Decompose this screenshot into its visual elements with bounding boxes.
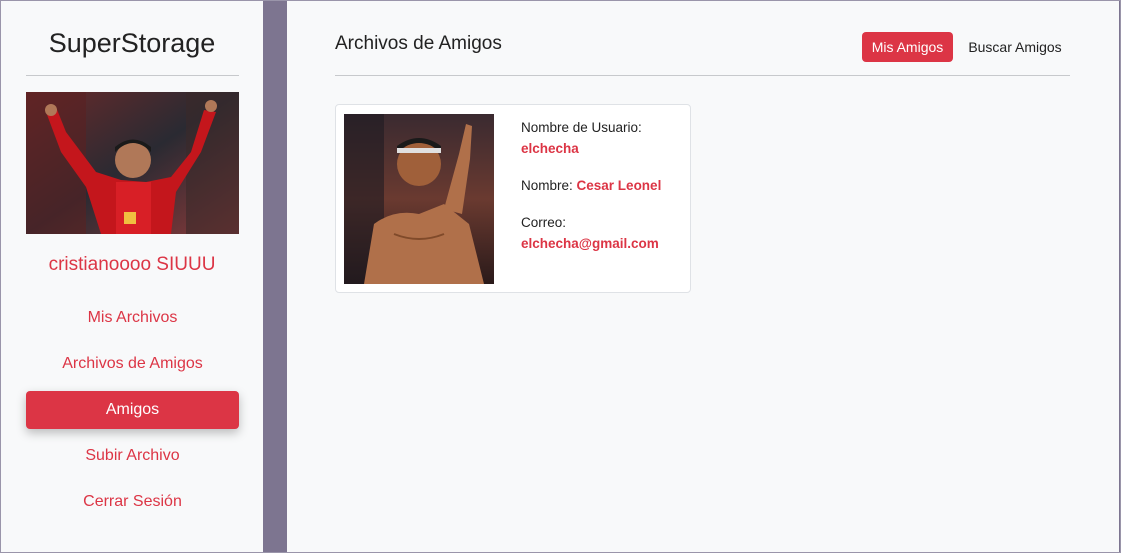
buscar-amigos-button[interactable]: Buscar Amigos xyxy=(962,32,1068,62)
header-divider xyxy=(335,75,1070,76)
friend-photo xyxy=(344,114,494,284)
mis-amigos-button[interactable]: Mis Amigos xyxy=(862,32,953,62)
name-field-label: Nombre: xyxy=(521,178,573,193)
friend-username: elchecha xyxy=(521,141,579,156)
friend-info: Nombre de Usuario: elchecha Nombre: Cesa… xyxy=(521,117,686,270)
nav-item-subir-archivo[interactable]: Subir Archivo xyxy=(26,437,239,475)
username-field-label: Nombre de Usuario: xyxy=(521,120,642,135)
nav-item-archivos-de-amigos[interactable]: Archivos de Amigos xyxy=(26,345,239,383)
sidebar-divider xyxy=(26,75,239,76)
brand-title: SuperStorage xyxy=(48,28,216,58)
email-field-label: Correo: xyxy=(521,215,567,230)
nav-item-amigos[interactable]: Amigos xyxy=(26,391,239,429)
nav-item-mis-archivos[interactable]: Mis Archivos xyxy=(26,299,239,337)
friend-name: Cesar Leonel xyxy=(576,178,662,193)
profile-photo xyxy=(26,92,239,234)
sidebar: SuperStorage cristianoooo SIUUU Mis Arch… xyxy=(1,1,263,552)
page-title: Archivos de Amigos xyxy=(335,33,502,54)
friend-card[interactable]: Nombre de Usuario: elchecha Nombre: Cesa… xyxy=(335,104,691,293)
main-panel: Archivos de Amigos Mis Amigos Buscar Ami… xyxy=(287,1,1119,552)
nav-item-cerrar-sesion[interactable]: Cerrar Sesión xyxy=(26,483,239,521)
username-label: cristianoooo SIUUU xyxy=(48,254,216,275)
friend-email: elchecha@gmail.com xyxy=(521,236,659,251)
